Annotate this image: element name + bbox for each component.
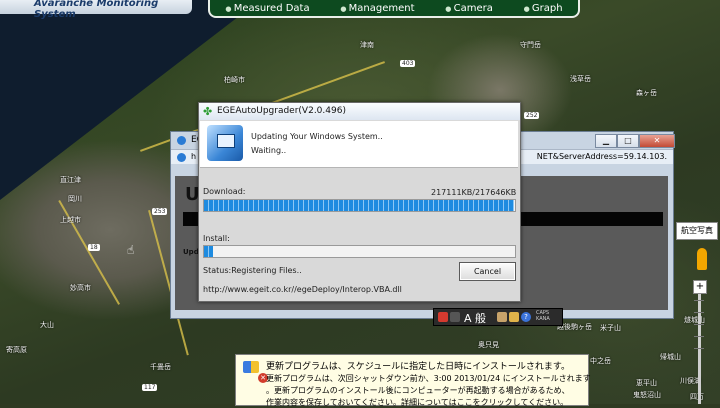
ie-page-icon [177,153,186,162]
maximize-button[interactable]: □ [617,134,639,148]
ie-icon [177,136,186,145]
download-label: Download: [203,187,246,196]
road-shield: 403 [400,60,416,67]
dialog-message: Updating Your Windows System.. [251,132,383,141]
nav-graph[interactable]: Graph [524,3,563,14]
map-label: 大山 [40,321,54,329]
ime-icon[interactable] [438,312,448,322]
minimize-button[interactable]: ▁ [595,134,617,148]
map-label: 守門岳 [520,41,541,49]
aerial-photo-button[interactable]: 航空写真 [676,222,718,240]
notification-line: 作業内容を保存しておいてください。詳細についてはここをクリックしてください。 [266,398,569,407]
map-label: 千畳岳 [150,363,171,371]
app-logo: Avaranche Monitoring System [0,0,192,20]
windows-update-icon [243,361,259,373]
notification-title: 更新プログラムは、スケジュールに指定した日時にインストールされます。 [266,362,571,372]
ime-mode-icon[interactable] [450,312,460,322]
dialog-header: Updating Your Windows System.. Waiting.. [200,121,518,168]
notification-line: 。更新プログラムのインストール後にコンピューターが再起動する場合があるため、 [266,386,570,395]
street-view-pegman-icon[interactable] [697,248,707,270]
dictionary-icon[interactable] [497,312,507,322]
dialog-waiting: Waiting.. [251,146,287,155]
zoom-tick [694,348,704,349]
main-nav: Measured Data Management Camera Graph [208,0,580,18]
upgrader-dialog: ✤ EGEAutoUpgrader(V2.0.496) Updating You… [198,102,521,302]
map-label: 岡川 [68,195,82,203]
road-shield: 117 [142,384,158,391]
map-label: 津南 [360,41,374,49]
input-mode-label[interactable]: A 般 [464,310,486,326]
zoom-tick [694,300,704,301]
zoom-slider[interactable] [698,294,701,404]
page-small-label: Upd [183,248,199,256]
map-label: 妙高市 [70,284,91,292]
map-label: 奥只見 [478,341,499,349]
map-label: 恵平山 [636,379,657,387]
map-label: 直江津 [60,176,81,184]
road-shield: 252 [524,112,540,119]
download-size: 217111KB/217646KB [431,188,517,197]
tool-icon[interactable] [509,312,519,322]
hand-cursor-icon: ☝ [127,243,135,257]
nav-management[interactable]: Management [340,3,415,14]
map-label: 浅草岳 [570,75,591,83]
map-label: 森ヶ岳 [636,89,657,97]
help-icon[interactable]: ? [521,312,531,322]
nav-camera[interactable]: Camera [445,3,493,14]
map-label: 四万 [690,393,704,401]
address-text: NET&ServerAddress=59.14.103. [536,152,667,161]
install-progress-bar [203,245,516,258]
zoom-in-button[interactable]: + [693,280,707,294]
dialog-title: EGEAutoUpgrader(V2.0.496) [217,106,346,116]
map-label: 柏崎市 [224,76,245,84]
install-label: Install: [203,234,230,243]
map-label: 米子山 [600,324,621,332]
download-progress-fill [204,200,515,211]
address-left: h [191,152,197,161]
dialog-titlebar[interactable]: ✤ EGEAutoUpgrader(V2.0.496) [199,103,520,120]
install-progress-fill [204,246,214,257]
zoom-tick [694,312,704,313]
road-shield: 253 [152,208,168,215]
language-toolbar[interactable]: A 般 ? CAPS KANA [433,308,563,326]
caps-indicator: CAPS KANA [536,310,550,322]
map-label: 寄高原 [6,346,27,354]
app-title: Avaranche Monitoring System [34,0,159,20]
notification-line: 更新プログラムは、次回シャットダウン前か、3:00 2013/01/24 にイン… [266,374,591,383]
kana-label: KANA [536,316,550,322]
map-label: 鬼怒沼山 [633,391,661,399]
map-label: 上越市 [60,216,81,224]
map-label: 帰城山 [660,353,681,361]
zoom-tick [694,336,704,337]
windows-update-notification[interactable]: ✕ 更新プログラムは、スケジュールに指定した日時にインストールされます。 更新プ… [235,354,591,407]
nav-measured-data[interactable]: Measured Data [225,3,310,14]
computer-update-icon [207,125,243,161]
close-button[interactable]: ✕ [639,134,675,148]
clover-icon: ✤ [203,105,213,118]
zoom-tick [694,324,704,325]
status-text: Status:Registering Files.. [203,266,302,275]
download-url: http://www.egeit.co.kr//egeDeploy/Intero… [203,285,402,294]
download-progress-bar [203,199,516,212]
road-shield: 18 [88,244,100,251]
cancel-button[interactable]: Cancel [459,262,516,281]
map-label: 中之岳 [590,357,611,365]
